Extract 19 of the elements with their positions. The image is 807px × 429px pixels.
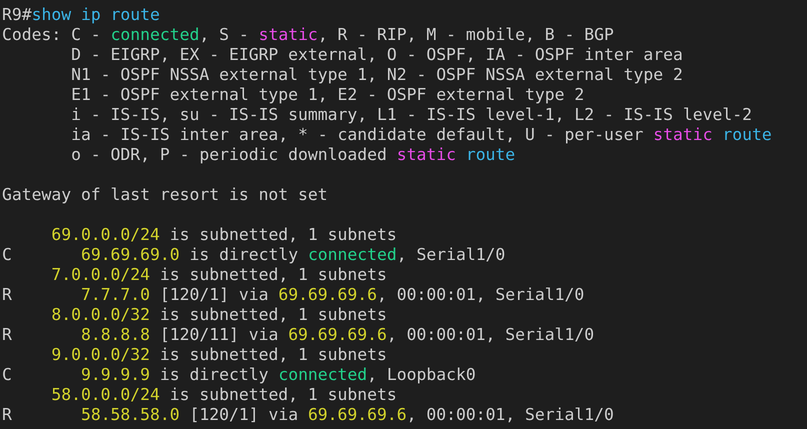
terminal-line: R9#show ip route bbox=[2, 5, 160, 25]
terminal-line: 69.0.0.0/24 is subnetted, 1 subnets bbox=[50, 225, 397, 245]
terminal-line: 8.0.0.0/32 is subnetted, 1 subnets bbox=[50, 305, 387, 325]
terminal-line: i - IS-IS, su - IS-IS summary, L1 - IS-IS level-1, L2 - IS-IS level-2 bbox=[70, 105, 752, 125]
terminal-line: 58.0.0.0/24 is subnetted, 1 subnets bbox=[50, 385, 397, 405]
terminal-line: C 9.9.9.9 is directly connected, Loopback0 bbox=[2, 365, 476, 385]
terminal-line: C 69.69.69.0 is directly connected, Serial1/0 bbox=[2, 245, 506, 265]
terminal-line: Gateway of last resort is not set bbox=[2, 185, 328, 205]
terminal-line: N1 - OSPF NSSA external type 1, N2 - OSPF NSSA external type 2 bbox=[70, 65, 683, 85]
terminal-line: o - ODR, P - periodic downloaded static route bbox=[70, 145, 516, 165]
terminal-line: R 58.58.58.0 [120/1] via 69.69.69.6, 00:00:01, Serial1/0 bbox=[2, 405, 614, 425]
terminal-line: E1 - OSPF external type 1, E2 - OSPF external type 2 bbox=[70, 85, 584, 105]
terminal-line: R 7.7.7.0 [120/1] via 69.69.69.6, 00:00:01, Serial1/0 bbox=[2, 285, 584, 305]
terminal-line: R 8.8.8.8 [120/11] via 69.69.69.6, 00:00:01, Serial1/0 bbox=[2, 325, 594, 345]
terminal-line: Codes: C - connected, S - static, R - RIP, M - mobile, B - BGP bbox=[2, 25, 614, 45]
terminal-line: ia - IS-IS inter area, * - candidate default, U - per-user static route bbox=[70, 125, 772, 145]
terminal-line: 9.0.0.0/32 is subnetted, 1 subnets bbox=[50, 345, 387, 365]
terminal-line: 7.0.0.0/24 is subnetted, 1 subnets bbox=[50, 265, 387, 285]
terminal-line: D - EIGRP, EX - EIGRP external, O - OSPF, IA - OSPF inter area bbox=[70, 45, 683, 65]
